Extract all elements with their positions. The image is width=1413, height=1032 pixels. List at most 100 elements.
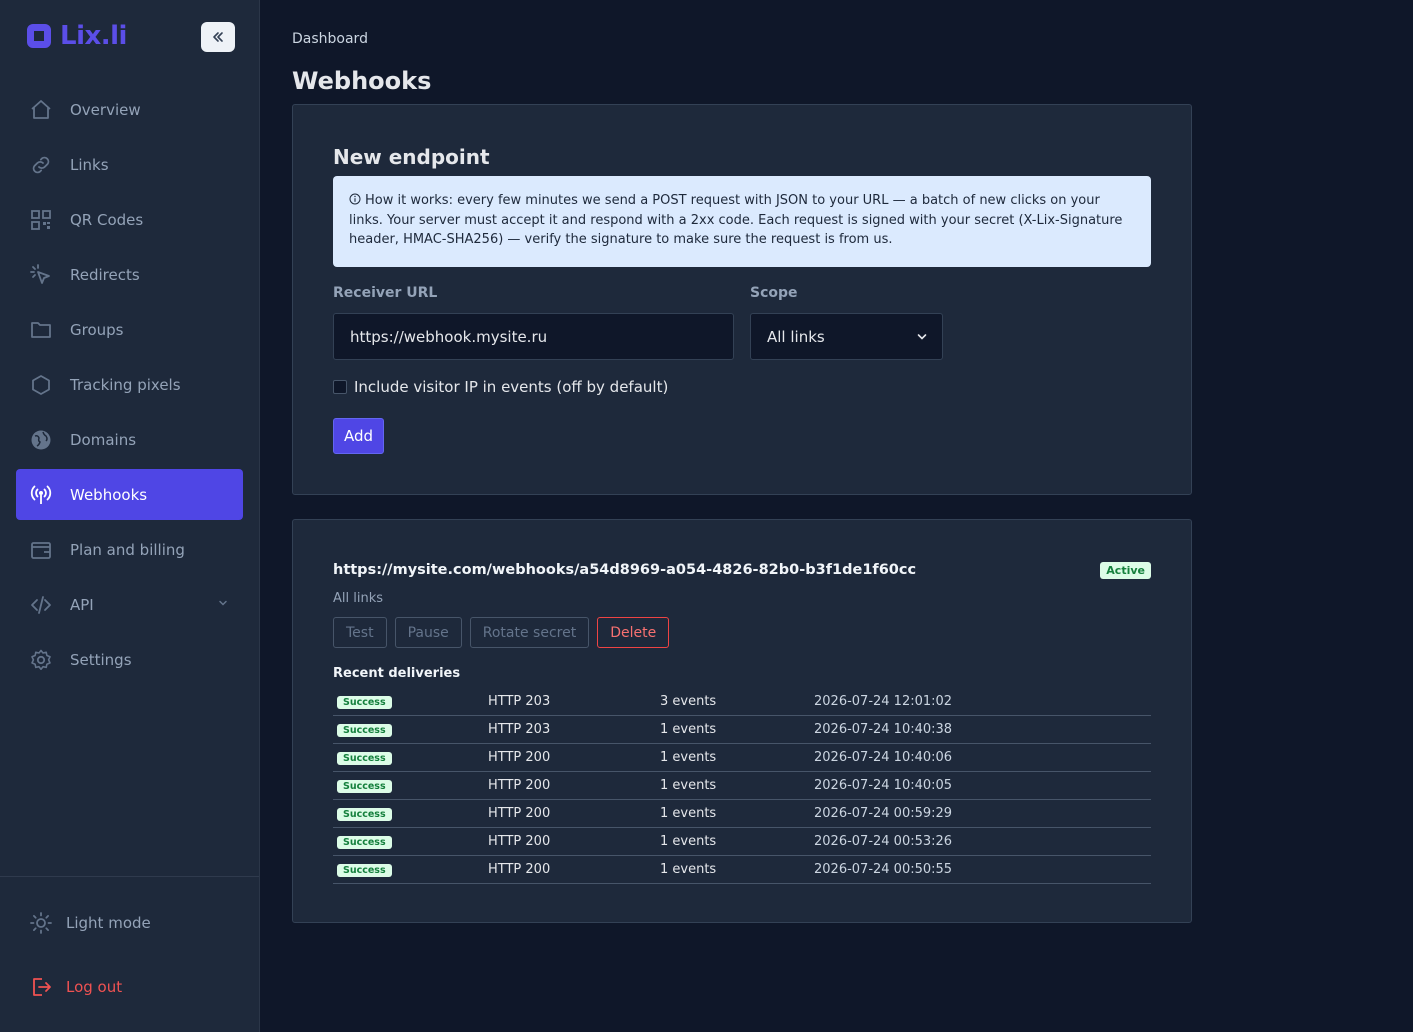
include-ip-row: Include visitor IP in events (off by def… (333, 378, 668, 396)
table-row: Success HTTP 200 1 events 2026-07-24 10:… (333, 772, 1151, 800)
event-count: 1 events (660, 862, 717, 877)
http-code: HTTP 200 (488, 806, 551, 821)
sidebar-item-tracking-pixels[interactable]: Tracking pixels (16, 359, 243, 410)
logout-button[interactable]: Log out (28, 974, 122, 1000)
sidebar-item-settings[interactable]: Settings (16, 634, 243, 685)
scope-selected-value: All links (767, 327, 825, 346)
table-row: Success HTTP 200 1 events 2026-07-24 10:… (333, 744, 1151, 772)
delivery-time: 2026-07-24 10:40:38 (814, 722, 953, 737)
event-count: 1 events (660, 750, 717, 765)
sidebar-item-label: Groups (70, 320, 124, 339)
endpoint-actions: Test Pause Rotate secret Delete (333, 617, 670, 648)
endpoint-card: https://mysite.com/webhooks/a54d8969-a05… (292, 519, 1192, 923)
sidebar-item-label: API (70, 595, 94, 614)
chevron-down-icon (917, 334, 927, 340)
logo-icon (27, 24, 51, 48)
delete-button[interactable]: Delete (597, 617, 670, 648)
new-endpoint-card: New endpoint How it works: every few min… (292, 104, 1192, 495)
http-code: HTTP 203 (488, 694, 551, 709)
receiver-url-label: Receiver URL (333, 285, 438, 301)
link-icon (28, 152, 54, 178)
delivery-time: 2026-07-24 00:50:55 (814, 862, 953, 877)
delivery-time: 2026-07-24 00:53:26 (814, 834, 953, 849)
recent-deliveries-title: Recent deliveries (333, 666, 461, 681)
cursor-click-icon (28, 262, 54, 288)
include-ip-label[interactable]: Include visitor IP in events (off by def… (354, 378, 668, 396)
success-badge: Success (337, 836, 392, 849)
main-content: Dashboard Webhooks New endpoint How it w… (260, 0, 1413, 1032)
sidebar-item-plan-and-billing[interactable]: Plan and billing (16, 524, 243, 575)
delivery-time: 2026-07-24 12:01:02 (814, 694, 953, 709)
wallet-icon (28, 537, 54, 563)
chevrons-left-icon (213, 32, 223, 42)
endpoint-scope: All links (333, 591, 384, 606)
sidebar-item-label: Tracking pixels (70, 375, 181, 394)
event-count: 1 events (660, 834, 717, 849)
sidebar-divider (0, 876, 259, 877)
sidebar-item-redirects[interactable]: Redirects (16, 249, 243, 300)
sidebar-item-label: Redirects (70, 265, 140, 284)
sidebar-item-label: Domains (70, 430, 137, 449)
success-badge: Success (337, 808, 392, 821)
broadcast-icon (28, 482, 54, 508)
http-code: HTTP 200 (488, 778, 551, 793)
home-icon (28, 97, 54, 123)
sidebar-item-label: Plan and billing (70, 540, 185, 559)
receiver-url-input[interactable] (333, 313, 734, 360)
logout-label: Log out (66, 978, 123, 996)
endpoint-url: https://mysite.com/webhooks/a54d8969-a05… (333, 562, 917, 578)
chevron-down-icon (219, 600, 227, 606)
sidebar-nav: Overview Links QR Codes Redirects Groups… (16, 84, 243, 689)
test-button[interactable]: Test (333, 617, 387, 648)
scope-select[interactable]: All links (750, 313, 943, 360)
info-text: How it works: every few minutes we send … (349, 193, 1123, 247)
sidebar-item-api[interactable]: API (16, 579, 243, 630)
light-mode-toggle[interactable]: Light mode (28, 910, 151, 936)
page-title: Webhooks (292, 67, 432, 95)
delivery-time: 2026-07-24 10:40:06 (814, 750, 953, 765)
sidebar-item-label: Overview (70, 100, 141, 119)
sidebar-item-domains[interactable]: Domains (16, 414, 243, 465)
qr-code-icon (28, 207, 54, 233)
include-ip-checkbox[interactable] (333, 380, 347, 394)
sidebar-item-webhooks[interactable]: Webhooks (16, 469, 243, 520)
sidebar-item-label: Settings (70, 650, 132, 669)
add-button[interactable]: Add (333, 418, 384, 454)
logout-icon (28, 974, 54, 1000)
event-count: 3 events (660, 694, 717, 709)
sidebar-item-links[interactable]: Links (16, 139, 243, 190)
table-row: Success HTTP 200 1 events 2026-07-24 00:… (333, 828, 1151, 856)
breadcrumb[interactable]: Dashboard (292, 31, 368, 47)
sidebar-item-label: QR Codes (70, 210, 144, 229)
table-row: Success HTTP 203 1 events 2026-07-24 10:… (333, 716, 1151, 744)
table-row: Success HTTP 200 1 events 2026-07-24 00:… (333, 856, 1151, 884)
light-mode-label: Light mode (66, 914, 151, 932)
success-badge: Success (337, 780, 392, 793)
hexagon-icon (28, 372, 54, 398)
http-code: HTTP 200 (488, 750, 551, 765)
code-icon (28, 592, 54, 618)
brand-name: Lix.li (60, 21, 127, 51)
table-row: Success HTTP 203 3 events 2026-07-24 12:… (333, 688, 1151, 716)
sun-icon (28, 910, 54, 936)
sidebar-item-label: Webhooks (70, 485, 148, 504)
http-code: HTTP 200 (488, 862, 551, 877)
rotate-secret-button[interactable]: Rotate secret (469, 617, 590, 648)
folder-icon (28, 317, 54, 343)
globe-icon (28, 427, 54, 453)
sidebar-item-overview[interactable]: Overview (16, 84, 243, 135)
success-badge: Success (337, 752, 392, 765)
scope-label: Scope (750, 285, 798, 301)
sidebar-item-groups[interactable]: Groups (16, 304, 243, 355)
pause-button[interactable]: Pause (394, 617, 462, 648)
http-code: HTTP 200 (488, 834, 551, 849)
event-count: 1 events (660, 722, 717, 737)
success-badge: Success (337, 864, 392, 877)
collapse-sidebar-button[interactable] (201, 22, 235, 52)
sidebar-item-label: Links (70, 155, 109, 174)
delivery-time: 2026-07-24 10:40:05 (814, 778, 953, 793)
brand-logo[interactable]: Lix.li (24, 21, 127, 51)
sidebar-item-qr-codes[interactable]: QR Codes (16, 194, 243, 245)
event-count: 1 events (660, 806, 717, 821)
success-badge: Success (337, 696, 392, 709)
